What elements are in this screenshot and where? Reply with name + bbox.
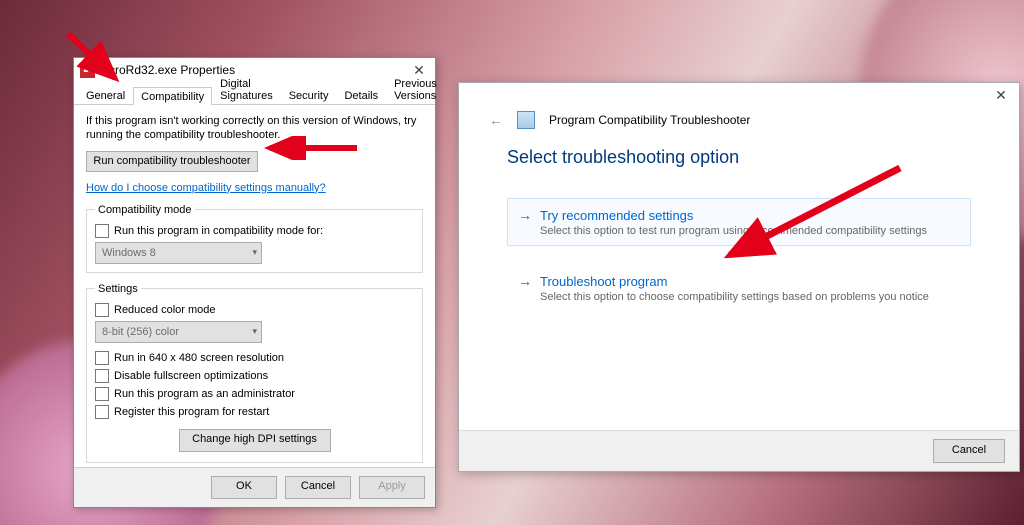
register-restart-checkbox[interactable] — [95, 405, 109, 419]
ok-button[interactable]: OK — [211, 476, 277, 499]
tab-details[interactable]: Details — [336, 86, 386, 104]
compat-mode-selected-value: Windows 8 — [102, 247, 156, 259]
troubleshooter-title: Program Compatibility Troubleshooter — [549, 113, 750, 127]
color-depth-select[interactable]: 8-bit (256) color ▾ — [95, 321, 262, 343]
compatibility-mode-legend: Compatibility mode — [95, 204, 195, 216]
option-troubleshoot-program-desc: Select this option to choose compatibili… — [518, 291, 960, 303]
chevron-down-icon: ▾ — [252, 247, 257, 258]
option-troubleshoot-program[interactable]: → Troubleshoot program Select this optio… — [507, 264, 971, 312]
arrow-right-icon: → — [518, 207, 532, 223]
compat-mode-select[interactable]: Windows 8 ▾ — [95, 242, 262, 264]
option-try-recommended[interactable]: → Try recommended settings Select this o… — [507, 198, 971, 246]
settings-legend: Settings — [95, 283, 141, 295]
troubleshooter-heading: Select troubleshooting option — [459, 129, 1019, 168]
troubleshooter-icon — [517, 111, 535, 129]
troubleshooter-footer: Cancel — [459, 430, 1019, 471]
adobe-reader-icon — [80, 63, 95, 78]
run-as-admin-label: Run this program as an administrator — [114, 388, 295, 400]
tab-previous-versions[interactable]: Previous Versions — [386, 74, 445, 104]
properties-window: AcroRd32.exe Properties ✕ General Compat… — [73, 57, 436, 508]
compatibility-mode-group: Compatibility mode Run this program in c… — [86, 204, 423, 273]
change-dpi-settings-button[interactable]: Change high DPI settings — [179, 429, 331, 452]
reduced-color-checkbox[interactable] — [95, 303, 109, 317]
reduced-color-label: Reduced color mode — [114, 304, 216, 316]
properties-footer: OK Cancel Apply — [74, 467, 435, 507]
properties-tabs: General Compatibility Digital Signatures… — [74, 82, 435, 105]
tab-general[interactable]: General — [78, 86, 133, 104]
close-icon[interactable]: ✕ — [991, 87, 1011, 104]
tab-security[interactable]: Security — [281, 86, 337, 104]
troubleshooter-window: ✕ ← Program Compatibility Troubleshooter… — [458, 82, 1020, 472]
compat-mode-checkbox[interactable] — [95, 224, 109, 238]
option-try-recommended-desc: Select this option to test run program u… — [518, 225, 960, 237]
cancel-button[interactable]: Cancel — [285, 476, 351, 499]
run-as-admin-checkbox[interactable] — [95, 387, 109, 401]
manual-settings-link[interactable]: How do I choose compatibility settings m… — [86, 182, 326, 194]
run-compatibility-troubleshooter-button[interactable]: Run compatibility troubleshooter — [86, 151, 258, 172]
properties-body: If this program isn't working correctly … — [74, 105, 435, 467]
compat-mode-checkbox-label: Run this program in compatibility mode f… — [114, 225, 323, 237]
apply-button[interactable]: Apply — [359, 476, 425, 499]
tab-digital-signatures[interactable]: Digital Signatures — [212, 74, 281, 104]
tab-compatibility[interactable]: Compatibility — [133, 87, 212, 105]
troubleshooter-options: → Try recommended settings Select this o… — [459, 168, 1019, 312]
compat-help-text: If this program isn't working correctly … — [86, 115, 423, 143]
color-depth-selected-value: 8-bit (256) color — [102, 326, 179, 338]
chevron-down-icon: ▾ — [252, 326, 257, 337]
run-640x480-checkbox[interactable] — [95, 351, 109, 365]
arrow-right-icon: → — [518, 273, 532, 289]
troubleshooter-header: ← Program Compatibility Troubleshooter — [459, 83, 1019, 129]
settings-group: Settings Reduced color mode 8-bit (256) … — [86, 283, 423, 463]
option-try-recommended-title: Try recommended settings — [540, 208, 693, 223]
option-troubleshoot-program-title: Troubleshoot program — [540, 274, 667, 289]
disable-fullscreen-checkbox[interactable] — [95, 369, 109, 383]
run-640x480-label: Run in 640 x 480 screen resolution — [114, 352, 284, 364]
back-arrow-icon[interactable]: ← — [489, 112, 503, 128]
cancel-button[interactable]: Cancel — [933, 439, 1005, 463]
disable-fullscreen-label: Disable fullscreen optimizations — [114, 370, 268, 382]
register-restart-label: Register this program for restart — [114, 406, 269, 418]
